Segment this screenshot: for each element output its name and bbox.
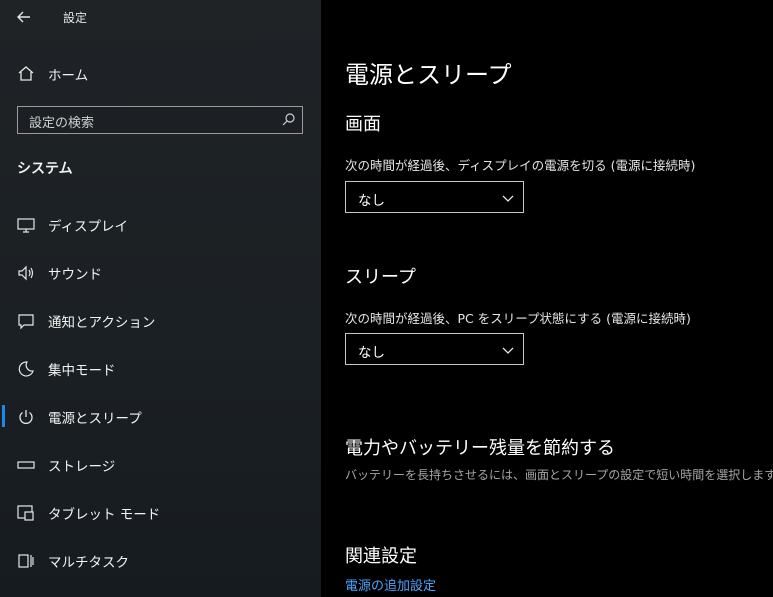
title-bar: 設定 [0,0,321,34]
search-input[interactable]: 設定の検索 [17,106,303,134]
dropdown-value: なし [358,193,385,209]
storage-icon [17,461,35,469]
home-icon [18,66,34,81]
screen-heading: 画面 [345,114,381,135]
sidebar-item-multitasking[interactable]: マルチタスク [0,539,321,583]
message-icon [18,314,34,330]
sidebar-item-label: 通知とアクション [48,315,156,331]
sidebar-item-label: 集中モード [48,363,116,379]
sidebar-item-label: マルチタスク [48,555,129,571]
sleep-timeout-label: 次の時間が経過後、PC をスリープ状態にする (電源に接続時) [345,311,691,326]
sidebar-item-power-sleep[interactable]: 電源とスリープ [0,395,321,439]
tablet-mode-icon [17,505,34,521]
sidebar-item-label: サウンド [48,267,102,283]
chevron-down-icon [502,195,514,202]
sidebar-item-label: ディスプレイ [48,219,129,235]
sidebar-item-label: 電源とスリープ [48,411,142,427]
sidebar-item-focus-assist[interactable]: 集中モード [0,347,321,391]
sidebar: 設定 ホーム 設定の検索 システム ディスプレイ サウンド 通知とアクション 集… [0,0,321,597]
sidebar-item-notifications[interactable]: 通知とアクション [0,299,321,343]
monitor-icon [17,218,35,233]
chevron-down-icon [502,347,514,354]
back-button[interactable] [12,6,36,28]
battery-heading: 電力やバッテリー残量を節約する [345,438,615,459]
section-title: システム [17,161,73,177]
speaker-icon [18,265,34,281]
sidebar-item-storage[interactable]: ストレージ [0,443,321,487]
dropdown-value: なし [358,345,385,361]
search-placeholder: 設定の検索 [29,116,95,131]
multitask-icon [18,554,34,568]
additional-power-settings-link[interactable]: 電源の追加設定 [345,575,436,594]
screen-timeout-dropdown[interactable]: なし [345,181,524,213]
sidebar-item-display[interactable]: ディスプレイ [0,203,321,247]
window-title: 設定 [63,11,88,25]
battery-description: バッテリーを長持ちさせるには、画面とスリープの設定で短い時間を選択します。 [345,468,773,482]
sleep-heading: スリープ [345,267,416,288]
page-title: 電源とスリープ [345,61,512,89]
search-icon [282,113,295,126]
screen-timeout-label: 次の時間が経過後、ディスプレイの電源を切る (電源に接続時) [345,158,696,173]
moon-icon [18,361,34,377]
sidebar-item-sound[interactable]: サウンド [0,251,321,295]
related-settings-heading: 関連設定 [345,546,417,567]
sidebar-item-label: タブレット モード [48,507,161,523]
main-content: 電源とスリープ 画面 次の時間が経過後、ディスプレイの電源を切る (電源に接続時… [321,0,773,597]
sidebar-item-label: ホーム [48,68,89,84]
sleep-timeout-dropdown[interactable]: なし [345,333,524,365]
power-icon [19,410,33,424]
sidebar-item-tablet-mode[interactable]: タブレット モード [0,491,321,535]
sidebar-item-home[interactable]: ホーム [0,52,321,96]
arrow-left-icon [17,11,30,23]
sidebar-item-label: ストレージ [48,459,116,475]
